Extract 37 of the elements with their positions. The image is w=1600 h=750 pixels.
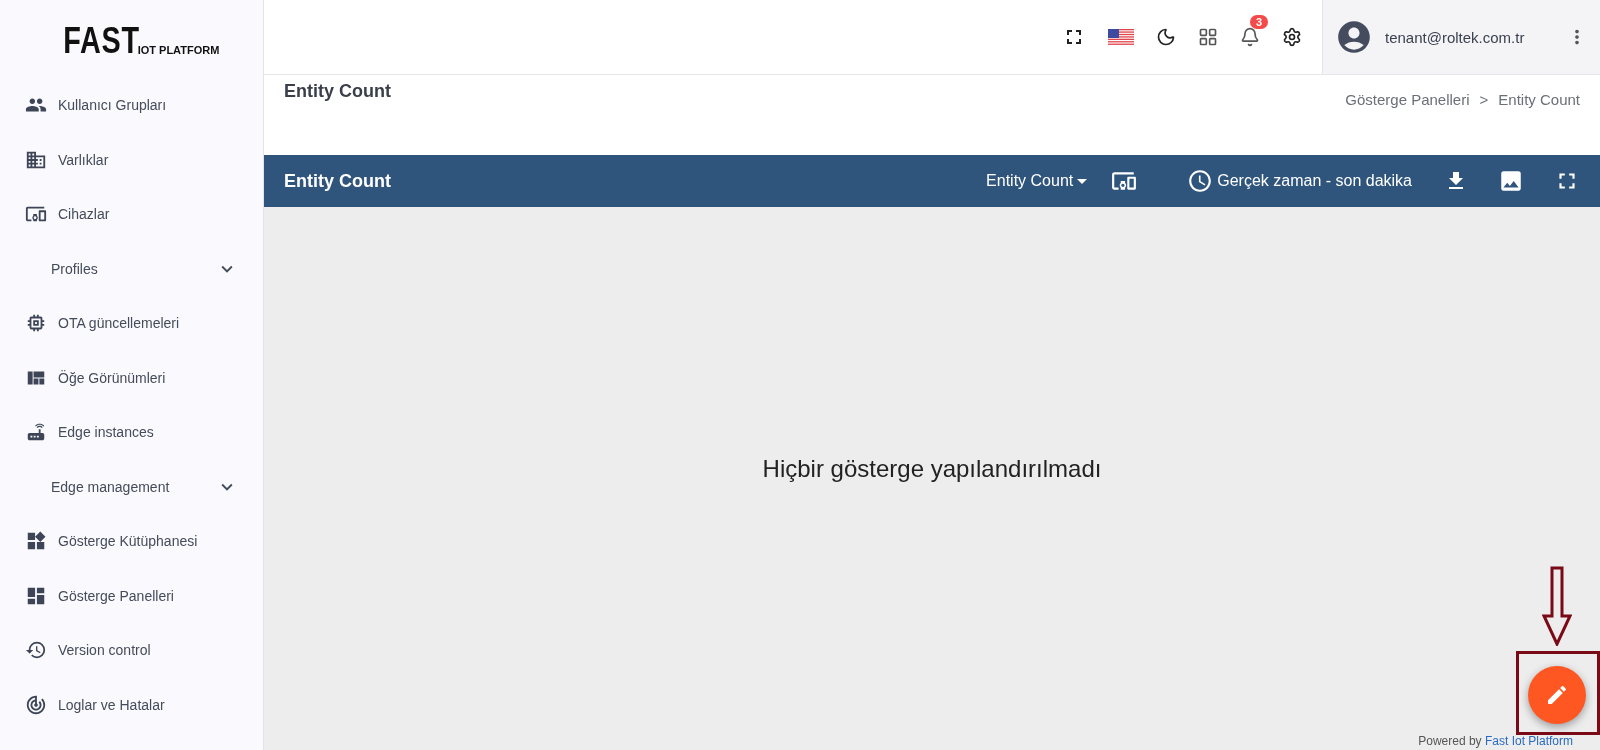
sidebar-section[interactable]: Profiles	[0, 241, 263, 296]
settings-icon[interactable]	[1282, 27, 1302, 47]
breadcrumb-item[interactable]: Gösterge Panelleri	[1345, 91, 1470, 108]
sidebar-item[interactable]: OTA güncellemeleri	[0, 296, 263, 351]
sidebar-section[interactable]: Edge management	[0, 459, 263, 514]
breadcrumb-item: >	[1479, 91, 1489, 108]
state-selector[interactable]: Entity Count	[986, 172, 1088, 190]
page-title: Entity Count	[284, 81, 391, 103]
breadcrumb-item: Entity Count	[1498, 91, 1580, 108]
sidebar-item[interactable]: Edge instances	[0, 405, 263, 460]
bell-icon[interactable]	[1240, 27, 1260, 47]
grid-icon[interactable]	[1198, 27, 1218, 47]
footer-text: Powered by Fast Iot Platform	[1418, 734, 1573, 748]
clock-icon	[1187, 168, 1214, 194]
sidebar-item[interactable]: Öğe Görünümleri	[0, 350, 263, 405]
sidebar-item[interactable]: Gösterge Kütüphanesi	[0, 514, 263, 569]
timewindow-button[interactable]: Gerçek zaman - son dakika	[1187, 168, 1412, 194]
footer-link[interactable]: Fast Iot Platform	[1484, 734, 1573, 748]
moon-icon[interactable]	[1156, 27, 1176, 47]
sidebar-item[interactable]: Cihazlar	[0, 187, 263, 242]
pencil-icon	[1545, 683, 1569, 707]
edit-button[interactable]	[1528, 666, 1586, 724]
sidebar-item[interactable]: Version control	[0, 623, 263, 678]
user-email: tenant@roltek.com.tr	[1385, 28, 1526, 46]
caret-icon	[1077, 178, 1088, 184]
sidebar-item[interactable]: Kullanıcı Grupları	[0, 78, 263, 133]
empty-message: Hiçbir gösterge yapılandırılmadı	[762, 455, 1102, 483]
sidebar-item[interactable]: Varlıklar	[0, 132, 263, 187]
sidebar-item[interactable]: Loglar ve Hatalar	[0, 677, 263, 732]
avatar-icon[interactable]	[1335, 18, 1373, 56]
notification-badge: 3	[1250, 15, 1269, 29]
logo-subtitle: IOT PLATFORM	[137, 45, 220, 56]
menu-item-icon	[25, 693, 47, 716]
sidebar-item[interactable]: Gösterge Panelleri	[0, 568, 263, 623]
us-flag-icon[interactable]	[1108, 28, 1134, 46]
image-icon[interactable]	[1498, 168, 1524, 194]
dashboard-title: Entity Count	[284, 170, 392, 192]
